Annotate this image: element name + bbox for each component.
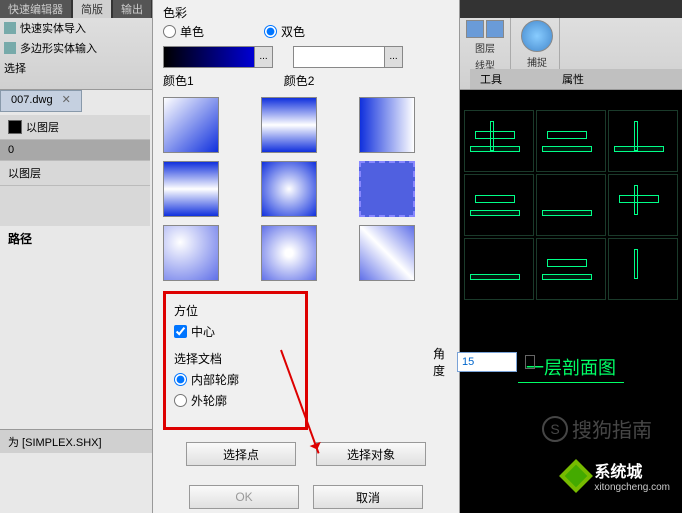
tools-label: 工具 [480,71,502,87]
linetype-icon[interactable] [486,20,504,38]
radio-outer-contour[interactable]: 外轮廓 [174,392,297,409]
color-mode-section: 色彩 单色 双色 ... ... 颜色1 颜色2 [163,4,449,89]
orientation-group: 方位 中心 [174,302,297,340]
sogou-icon: S [542,416,568,442]
gradient-preset-8[interactable] [261,225,317,281]
gradient-preset-9[interactable] [359,225,415,281]
cad-thumb[interactable] [608,238,678,300]
gradient-preset-4[interactable] [163,161,219,217]
layer-icon[interactable] [466,20,484,38]
ribbon-tab-1[interactable]: 快速编辑器 [0,0,71,18]
color1-label: 颜色1 [163,72,194,89]
gradient-preset-5[interactable] [261,161,317,217]
gradient-dialog: 色彩 单色 双色 ... ... 颜色1 颜色2 方位 中心 选择文档 [152,0,460,513]
watermark-url: xitongcheng.com [594,482,670,493]
angle-label: 角度 [433,345,449,379]
radio-inner-contour[interactable]: 内部轮廓 [174,371,297,388]
ribbon-item-import[interactable]: 快速实体导入 [0,18,150,38]
gradient-preset-6[interactable] [359,161,415,217]
sogou-watermark: S 搜狗指南 [542,414,652,443]
props-label: 属性 [562,71,584,87]
color-section-label: 色彩 [163,4,449,21]
close-icon[interactable]: ✕ [62,94,71,106]
color2-label: 颜色2 [284,72,315,89]
cad-thumb[interactable] [608,110,678,172]
gradient-presets [163,97,449,281]
file-tab-name: 007.dwg [11,94,53,106]
cad-thumb[interactable] [536,174,606,236]
import-icon [4,22,16,34]
cad-thumb[interactable] [464,110,534,172]
select-object-button[interactable]: 选择对象 [316,442,426,466]
radio-single-color[interactable]: 单色 [163,23,204,40]
watermark-icon [559,459,593,493]
color1-more-button[interactable]: ... [254,47,272,67]
status-text: 为 [SIMPLEX.SHX] [8,437,102,449]
color1-picker[interactable]: ... [163,46,273,68]
cad-thumb[interactable] [608,174,678,236]
drawing-grid [460,90,682,320]
ribbon-item-polygon[interactable]: 多边形实体输入 [0,38,150,58]
ribbon-tab-2[interactable]: 简版 [73,0,111,18]
ribbon-left-panel: 快速实体导入 多边形实体输入 选择 [0,18,150,88]
cad-thumb[interactable] [536,238,606,300]
gradient-preset-7[interactable] [163,225,219,281]
ribbon-tab-3[interactable]: 输出 [113,0,151,18]
snap-label: 捕捉 [527,54,547,69]
props-row-layer2[interactable]: 以图层 [0,161,150,186]
props-section-path: 路径 [0,226,150,251]
select-point-button[interactable]: 选择点 [186,442,296,466]
properties-panel: 以图层 0 以图层 路径 [0,115,150,251]
cad-thumb[interactable] [464,238,534,300]
layer-label: 图层 [475,40,495,55]
chevron-down-icon[interactable]: ▾ [525,355,535,369]
highlight-annotation: 方位 中心 选择文档 内部轮廓 外轮廓 [163,291,308,430]
color2-picker[interactable]: ... [293,46,403,68]
gradient-preset-3[interactable] [359,97,415,153]
ribbon-item-select[interactable]: 选择 [0,58,150,78]
center-checkbox[interactable]: 中心 [174,323,297,340]
snap-icon[interactable] [521,20,553,52]
props-row-zero[interactable]: 0 [0,140,150,161]
radio-double-color[interactable]: 双色 [264,23,305,40]
select-doc-title: 选择文档 [174,350,297,367]
angle-input[interactable] [457,352,517,372]
orientation-title: 方位 [174,302,297,319]
color2-more-button[interactable]: ... [384,47,402,67]
props-row-layer[interactable]: 以图层 [0,115,150,140]
cancel-button[interactable]: 取消 [313,485,423,509]
gradient-preset-2[interactable] [261,97,317,153]
cad-thumb[interactable] [464,174,534,236]
ok-button[interactable]: OK [189,485,299,509]
file-tab[interactable]: 007.dwg ✕ [0,90,82,112]
angle-field: 角度 ▾ [433,345,535,379]
gradient-preset-1[interactable] [163,97,219,153]
color-swatch [8,120,22,134]
select-doc-group: 选择文档 内部轮廓 外轮廓 [174,350,297,409]
ribbon-bottom-labels: 工具 属性 [470,69,682,89]
watermark-text: 系统城 [594,458,670,482]
polygon-icon [4,42,16,54]
site-watermark: 系统城 xitongcheng.com [564,458,670,493]
cad-thumb[interactable] [536,110,606,172]
drawing-canvas[interactable]: 一层剖面图 [460,90,682,513]
